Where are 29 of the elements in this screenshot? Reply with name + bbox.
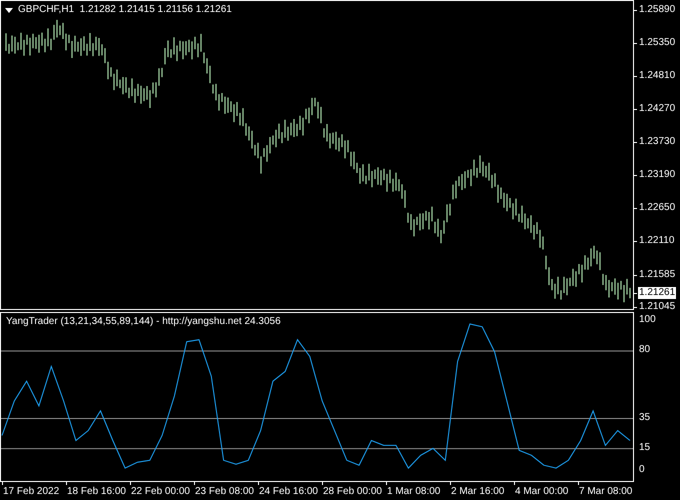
time-axis-label: 24 Feb 16:00 (259, 486, 318, 498)
current-price-label: 1.21261 (638, 287, 676, 299)
indicator-axis-label: 100 (639, 314, 656, 326)
price-axis-label: 1.21045 (639, 301, 676, 313)
chart-title: GBPCHF,H1 1.21282 1.21415 1.21156 1.21261 (18, 4, 232, 16)
price-axis-label: 1.21585 (639, 269, 676, 281)
time-axis-label: 28 Feb 00:00 (323, 486, 382, 498)
time-axis-label: 4 Mar 00:00 (515, 486, 568, 498)
time-axis-label: 1 Mar 08:00 (387, 486, 440, 498)
price-axis-label: 1.23190 (639, 169, 676, 181)
price-axis-label: 1.23730 (639, 136, 676, 148)
price-axis-label: 1.22650 (639, 202, 676, 214)
time-axis-label: 23 Feb 08:00 (195, 486, 254, 498)
indicator-axis-label: 80 (639, 344, 650, 356)
price-axis-label: 1.25350 (639, 37, 676, 49)
price-axis-label: 1.22110 (639, 235, 674, 247)
time-axis-label: 18 Feb 16:00 (67, 486, 126, 498)
time-axis-label: 17 Feb 2022 (3, 486, 60, 498)
price-axis-label: 1.25890 (639, 4, 676, 16)
time-axis-label: 7 Mar 08:00 (579, 486, 632, 498)
time-axis-label: 22 Feb 00:00 (131, 486, 190, 498)
price-axis-label: 1.24810 (639, 70, 676, 82)
price-axis-label: 1.24270 (639, 103, 676, 115)
time-axis-label: 2 Mar 16:00 (451, 486, 504, 498)
dropdown-triangle-icon[interactable] (5, 8, 13, 12)
indicator-axis-label: 0 (639, 464, 645, 476)
indicator-axis-label: 15 (639, 442, 650, 454)
indicator-title: YangTrader (13,21,34,55,89,144) - http://yangshu.net 24.3056 (6, 316, 281, 328)
indicator-axis-label: 35 (639, 412, 650, 424)
